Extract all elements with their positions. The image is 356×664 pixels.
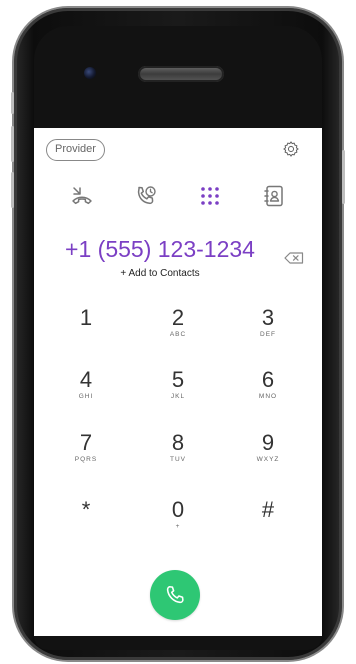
contact-book-icon bbox=[264, 185, 283, 207]
key-digit: 8 bbox=[171, 430, 185, 455]
tab-voicemail[interactable] bbox=[128, 178, 164, 214]
key-7[interactable]: 7 PQRS bbox=[58, 431, 114, 475]
key-letters: GHI bbox=[78, 393, 94, 400]
key-digit: # bbox=[261, 497, 275, 522]
silent-switch bbox=[11, 92, 14, 114]
earpiece-speaker bbox=[138, 66, 224, 82]
tab-contacts[interactable] bbox=[256, 178, 292, 214]
tab-recent-calls[interactable] bbox=[64, 178, 100, 214]
key-letters: PQRS bbox=[74, 456, 98, 463]
key-digit: 9 bbox=[261, 430, 275, 455]
missed-call-icon bbox=[72, 187, 92, 205]
gear-icon[interactable] bbox=[282, 140, 300, 158]
backspace-icon[interactable] bbox=[284, 252, 304, 264]
key-letters: MNO bbox=[258, 393, 278, 400]
bottom-bezel bbox=[34, 636, 322, 650]
key-letters: TUV bbox=[170, 456, 186, 463]
camera-icon bbox=[84, 67, 96, 79]
key-digit: 0 bbox=[171, 497, 185, 522]
key-0[interactable]: 0 + bbox=[150, 498, 206, 542]
key-digit: 7 bbox=[79, 430, 93, 455]
dialed-number: +1 (555) 123-1234 bbox=[65, 236, 255, 262]
key-letters: WXYZ bbox=[256, 456, 280, 463]
add-to-contacts-link[interactable]: + Add to Contacts bbox=[34, 268, 286, 279]
key-9[interactable]: 9 WXYZ bbox=[240, 431, 296, 475]
provider-button[interactable]: Provider bbox=[46, 139, 105, 161]
key-digit: 5 bbox=[171, 367, 185, 392]
key-letters: JKL bbox=[170, 393, 186, 400]
key-6[interactable]: 6 MNO bbox=[240, 368, 296, 412]
key-digit: 1 bbox=[79, 305, 93, 330]
key-digit: 6 bbox=[261, 367, 275, 392]
key-digit: 4 bbox=[79, 367, 93, 392]
key-digit: 2 bbox=[171, 305, 185, 330]
call-button[interactable] bbox=[150, 570, 200, 620]
key-4[interactable]: 4 GHI bbox=[58, 368, 114, 412]
key-letters: DEF bbox=[260, 331, 276, 338]
tab-keypad[interactable] bbox=[192, 178, 228, 214]
key-5[interactable]: 5 JKL bbox=[150, 368, 206, 412]
power-button bbox=[342, 150, 345, 204]
key-1[interactable]: 1 bbox=[58, 306, 114, 350]
phone-history-icon bbox=[137, 186, 156, 205]
tab-bar bbox=[34, 178, 322, 214]
key-letters: ABC bbox=[169, 331, 187, 338]
key-hash[interactable]: # bbox=[240, 498, 296, 542]
key-digit: * bbox=[81, 497, 91, 522]
key-star[interactable]: * bbox=[58, 498, 114, 542]
key-3[interactable]: 3 DEF bbox=[240, 306, 296, 350]
keypad-grid-icon bbox=[201, 187, 219, 205]
volume-up-button bbox=[11, 126, 14, 162]
volume-down-button bbox=[11, 172, 14, 208]
key-8[interactable]: 8 TUV bbox=[150, 431, 206, 475]
key-letters: + bbox=[175, 523, 181, 530]
dialer-screen: Provider +1 (555) 123-1234 + Add to Cont… bbox=[34, 128, 322, 636]
phone-icon bbox=[166, 585, 184, 604]
key-digit: 3 bbox=[261, 305, 275, 330]
key-2[interactable]: 2 ABC bbox=[150, 306, 206, 350]
